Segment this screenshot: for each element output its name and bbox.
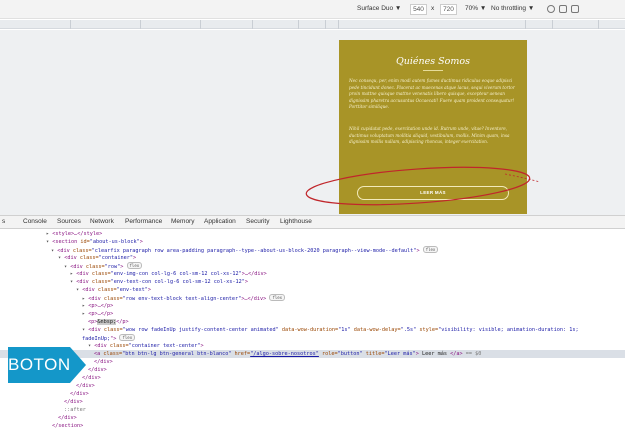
- mq-marker: [70, 20, 71, 29]
- disable-touch-icon[interactable]: [547, 5, 555, 13]
- flex-badge[interactable]: flex: [269, 294, 286, 301]
- dom-node[interactable]: ▸ <p>…</p>: [0, 302, 625, 310]
- pseudo-element[interactable]: ::after: [0, 406, 625, 414]
- mq-marker: [525, 20, 526, 29]
- mq-marker: [298, 20, 299, 29]
- boton-annotation-label: BOTON: [8, 347, 70, 383]
- section-title: Quiénes Somos: [395, 56, 471, 67]
- dom-node[interactable]: </div>: [0, 366, 625, 374]
- highlight-ellipse: [305, 166, 541, 206]
- dimension-separator: x: [431, 5, 435, 12]
- dom-node[interactable]: </div>: [0, 414, 625, 422]
- dom-node[interactable]: </div>: [0, 390, 625, 398]
- device-viewport: Quiénes Somos Nec consequ, per, enim mod…: [0, 30, 625, 215]
- dom-node[interactable]: ▾ <div class="container">: [0, 254, 625, 262]
- href-link[interactable]: "/algo-sobre-nosotros": [250, 351, 319, 357]
- tab-lighthouse[interactable]: Lighthouse: [280, 218, 312, 225]
- mq-marker: [325, 20, 326, 29]
- mq-marker: [200, 20, 201, 29]
- dom-node[interactable]: ▾ <div class="env-text-con col-lg-6 col-…: [0, 278, 625, 286]
- dom-node[interactable]: ▾ <div class="env-text">: [0, 286, 625, 294]
- dom-node[interactable]: </div>: [0, 358, 625, 366]
- boton-annotation-arrow: [70, 347, 86, 383]
- dom-node-continued[interactable]: fadeInUp;"> flex: [0, 334, 625, 342]
- flex-badge[interactable]: flex: [126, 262, 143, 269]
- rotate-icon[interactable]: [571, 5, 579, 13]
- mq-marker: [338, 20, 339, 29]
- device-toolbar: Surface Duo ▼ 540 x 720 70% ▼ No throttl…: [0, 0, 625, 19]
- dom-node[interactable]: </div>: [0, 398, 625, 406]
- dom-node[interactable]: </div>: [0, 374, 625, 382]
- dom-node[interactable]: ▸ <div class="env-img-con col-lg-6 col-s…: [0, 270, 625, 278]
- mq-marker: [598, 20, 599, 29]
- dom-node[interactable]: ▸ <p>…</p>: [0, 310, 625, 318]
- dom-node[interactable]: ▾ <div class="wow row fadeInUp justify-c…: [0, 326, 625, 334]
- throttle-select[interactable]: No throttling ▼: [491, 5, 534, 12]
- tab-performance[interactable]: Performance: [125, 218, 162, 225]
- dom-node[interactable]: </div>: [0, 382, 625, 390]
- dom-node[interactable]: ▾ <div class="clearfix paragraph row are…: [0, 246, 625, 254]
- devtools-tabs: s Console Sources Network Performance Me…: [0, 215, 625, 229]
- flex-badge[interactable]: flex: [422, 246, 439, 253]
- device-frame-icon[interactable]: [559, 5, 567, 13]
- mq-marker: [552, 20, 553, 29]
- device-select[interactable]: Surface Duo ▼: [357, 5, 401, 12]
- tab-elements[interactable]: s: [2, 218, 5, 225]
- tab-application[interactable]: Application: [204, 218, 236, 225]
- mq-marker: [140, 20, 141, 29]
- dom-node[interactable]: ▾ <div class="row"> flex: [0, 262, 625, 270]
- tab-memory[interactable]: Memory: [171, 218, 194, 225]
- mq-marker: [252, 20, 253, 29]
- flex-badge[interactable]: flex: [119, 334, 136, 341]
- dom-node[interactable]: <p>&nbsp;</p>: [0, 318, 625, 326]
- zoom-select[interactable]: 70% ▼: [465, 5, 486, 12]
- dom-node[interactable]: ▸ <style>…</style>: [0, 230, 625, 238]
- dom-node[interactable]: </section>: [0, 422, 625, 430]
- media-query-bar[interactable]: [0, 20, 625, 29]
- dom-node[interactable]: ▾ <div class="container text-center">: [0, 342, 625, 350]
- height-input[interactable]: 720: [440, 4, 457, 15]
- dom-node[interactable]: ▾ <section id="about-us-block">: [0, 238, 625, 246]
- paragraph-2: Nihil cupidatat pede, exercitation unde …: [349, 126, 510, 145]
- elements-panel: ▸ <style>…</style> ▾ <section id="about-…: [0, 230, 625, 447]
- paragraph-1: Nec consequ, per, enim modi autem fumes …: [349, 78, 515, 110]
- tab-console[interactable]: Console: [23, 218, 47, 225]
- dom-node[interactable]: ▸ <div class="row env-text-block text-al…: [0, 294, 625, 302]
- width-input[interactable]: 540: [410, 4, 427, 15]
- tab-security[interactable]: Security: [246, 218, 269, 225]
- tab-sources[interactable]: Sources: [57, 218, 81, 225]
- selected-dom-node[interactable]: <a class="btn btn-lg btn-general btn-bla…: [0, 350, 625, 358]
- title-divider: [423, 70, 443, 71]
- tab-network[interactable]: Network: [90, 218, 114, 225]
